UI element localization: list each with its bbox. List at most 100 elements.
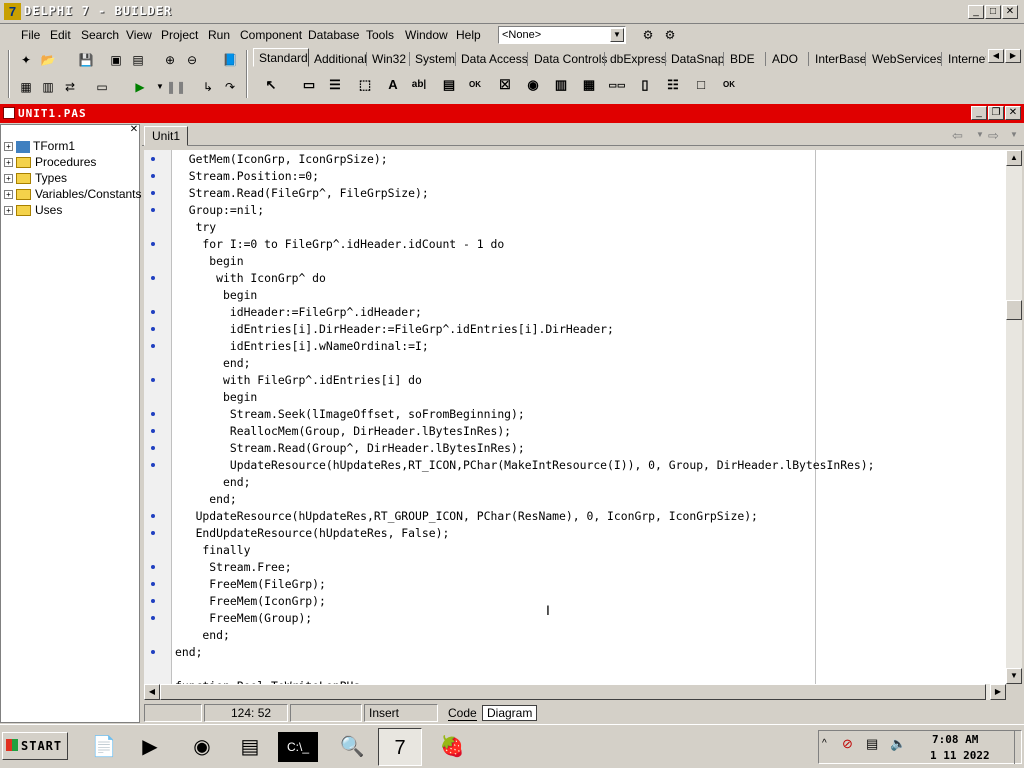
- menu-help[interactable]: Help: [456, 28, 481, 42]
- pause-icon[interactable]: ❚❚: [166, 78, 186, 96]
- breakpoint-dot-icon[interactable]: [151, 208, 155, 212]
- breakpoint-dot-icon[interactable]: [151, 650, 155, 654]
- palette-tab-internet[interactable]: InternetE: [948, 52, 986, 66]
- breakpoint-dot-icon[interactable]: [151, 310, 155, 314]
- breakpoint-dot-icon[interactable]: [151, 412, 155, 416]
- edit-icon[interactable]: ab|: [408, 75, 430, 95]
- scroll-down-icon[interactable]: ▼: [1006, 668, 1022, 684]
- pointer-icon[interactable]: ↖: [260, 75, 282, 95]
- tree-item-types[interactable]: + Types: [4, 171, 67, 185]
- open-project-icon[interactable]: ▤: [128, 51, 148, 69]
- groupbox-icon[interactable]: ▯: [634, 75, 656, 95]
- breakpoint-dot-icon[interactable]: [151, 242, 155, 246]
- editor-gutter[interactable]: [144, 150, 172, 684]
- popup-menu-icon[interactable]: ⬚: [354, 75, 376, 95]
- tree-item-uses[interactable]: + Uses: [4, 203, 62, 217]
- expand-icon[interactable]: +: [4, 174, 13, 184]
- palette-scroll-left-icon[interactable]: ◀: [988, 49, 1004, 63]
- checkbox-icon[interactable]: ☒: [494, 75, 516, 95]
- set-debug-desktop-icon[interactable]: ⚙: [660, 26, 680, 44]
- memo-icon[interactable]: ▤: [438, 75, 460, 95]
- show-desktop-button[interactable]: [1014, 730, 1022, 764]
- delphi-taskbar-icon[interactable]: 7: [378, 728, 422, 766]
- editor-minimize-button[interactable]: _: [971, 106, 987, 120]
- volume-icon[interactable]: 🔈: [890, 736, 906, 752]
- cmd-icon[interactable]: C:\_: [278, 732, 318, 762]
- palette-tab-interbase[interactable]: InterBase: [815, 52, 866, 66]
- tray-expand-icon[interactable]: ^: [822, 738, 827, 749]
- menu-run[interactable]: Run: [208, 28, 230, 42]
- expand-icon[interactable]: +: [4, 206, 13, 216]
- explorer-close-icon[interactable]: ✕: [128, 124, 140, 136]
- chrome-icon[interactable]: ◉: [180, 728, 224, 766]
- breakpoint-dot-icon[interactable]: [151, 616, 155, 620]
- breakpoint-dot-icon[interactable]: [151, 378, 155, 382]
- breakpoint-dot-icon[interactable]: [151, 599, 155, 603]
- breakpoint-dot-icon[interactable]: [151, 531, 155, 535]
- palette-tab-data-access[interactable]: Data Access: [461, 52, 528, 66]
- palette-scroll-right-icon[interactable]: ▶: [1005, 49, 1021, 63]
- breakpoint-dot-icon[interactable]: [151, 327, 155, 331]
- search-icon[interactable]: 🔍: [330, 728, 374, 766]
- file-explorer-icon[interactable]: 📄: [82, 728, 126, 766]
- clock-time[interactable]: 7:08 AM: [932, 733, 978, 746]
- palette-tab-datasnap[interactable]: DataSnap: [671, 52, 724, 66]
- network-icon[interactable]: ▤: [866, 736, 878, 752]
- maximize-button[interactable]: □: [985, 5, 1001, 19]
- tree-item-variables-constants[interactable]: + Variables/Constants: [4, 187, 142, 201]
- media-player-icon[interactable]: ▶: [128, 728, 172, 766]
- frames-icon[interactable]: ▭: [298, 75, 320, 95]
- radiobutton-icon[interactable]: ◉: [522, 75, 544, 95]
- breakpoint-dot-icon[interactable]: [151, 157, 155, 161]
- desktop-combo[interactable]: <None> ▼: [498, 26, 626, 44]
- new-icon[interactable]: ✦: [16, 51, 36, 69]
- radiogroup-icon[interactable]: ☷: [662, 75, 684, 95]
- close-button[interactable]: ✕: [1002, 5, 1018, 19]
- breakpoint-dot-icon[interactable]: [151, 429, 155, 433]
- breakpoint-dot-icon[interactable]: [151, 191, 155, 195]
- menu-database[interactable]: Database: [308, 28, 359, 42]
- chevron-down-icon[interactable]: ▼: [610, 28, 624, 42]
- forward-arrow-icon[interactable]: ⇨: [988, 128, 999, 144]
- tree-item-procedures[interactable]: + Procedures: [4, 155, 96, 169]
- tab-code[interactable]: Code: [448, 706, 477, 721]
- horizontal-scroll-thumb[interactable]: [160, 684, 986, 700]
- palette-tab-dbexpress[interactable]: dbExpress: [610, 52, 667, 66]
- help-book-icon[interactable]: 📘: [220, 51, 240, 69]
- start-button[interactable]: START: [2, 732, 68, 760]
- strawberry-icon[interactable]: 🍓: [430, 728, 474, 766]
- clock-date[interactable]: 1 11 2022: [930, 749, 990, 762]
- scrollbar-icon[interactable]: ▭▭: [606, 75, 628, 95]
- button-icon[interactable]: OK: [464, 75, 486, 95]
- menu-edit[interactable]: Edit: [50, 28, 71, 42]
- menu-window[interactable]: Window: [405, 28, 448, 42]
- remove-file-icon[interactable]: ⊖: [182, 51, 202, 69]
- expand-icon[interactable]: +: [4, 190, 13, 200]
- tab-diagram[interactable]: Diagram: [482, 705, 538, 721]
- forward-dropdown-icon[interactable]: ▼: [1010, 130, 1018, 139]
- menu-component[interactable]: Component: [240, 28, 302, 42]
- toggle-form-unit-icon[interactable]: ⇄: [60, 78, 80, 96]
- palette-tab-bde[interactable]: BDE: [730, 52, 755, 66]
- palette-tab-standard[interactable]: Standard: [259, 51, 308, 65]
- view-form-icon[interactable]: ▥: [38, 78, 58, 96]
- scroll-left-icon[interactable]: ◀: [144, 684, 160, 700]
- vertical-scrollbar[interactable]: [1006, 150, 1022, 684]
- breakpoint-dot-icon[interactable]: [151, 463, 155, 467]
- palette-tab-additional[interactable]: Additional: [314, 52, 367, 66]
- palette-tab-ado[interactable]: ADO: [772, 52, 798, 66]
- save-all-icon[interactable]: ▣: [106, 51, 126, 69]
- combobox-icon[interactable]: ▦: [578, 75, 600, 95]
- panel-icon[interactable]: □: [690, 75, 712, 95]
- save-icon[interactable]: 💾: [76, 51, 96, 69]
- menu-tools[interactable]: Tools: [366, 28, 394, 42]
- view-unit-icon[interactable]: ▦: [16, 78, 36, 96]
- minimize-button[interactable]: _: [968, 5, 984, 19]
- listbox-icon[interactable]: ▥: [550, 75, 572, 95]
- label-icon[interactable]: A: [382, 75, 404, 95]
- menu-project[interactable]: Project: [161, 28, 198, 42]
- breakpoint-dot-icon[interactable]: [151, 446, 155, 450]
- new-form-icon[interactable]: ▭: [92, 78, 112, 96]
- menu-view[interactable]: View: [126, 28, 152, 42]
- network-warning-icon[interactable]: ⊘: [842, 736, 853, 752]
